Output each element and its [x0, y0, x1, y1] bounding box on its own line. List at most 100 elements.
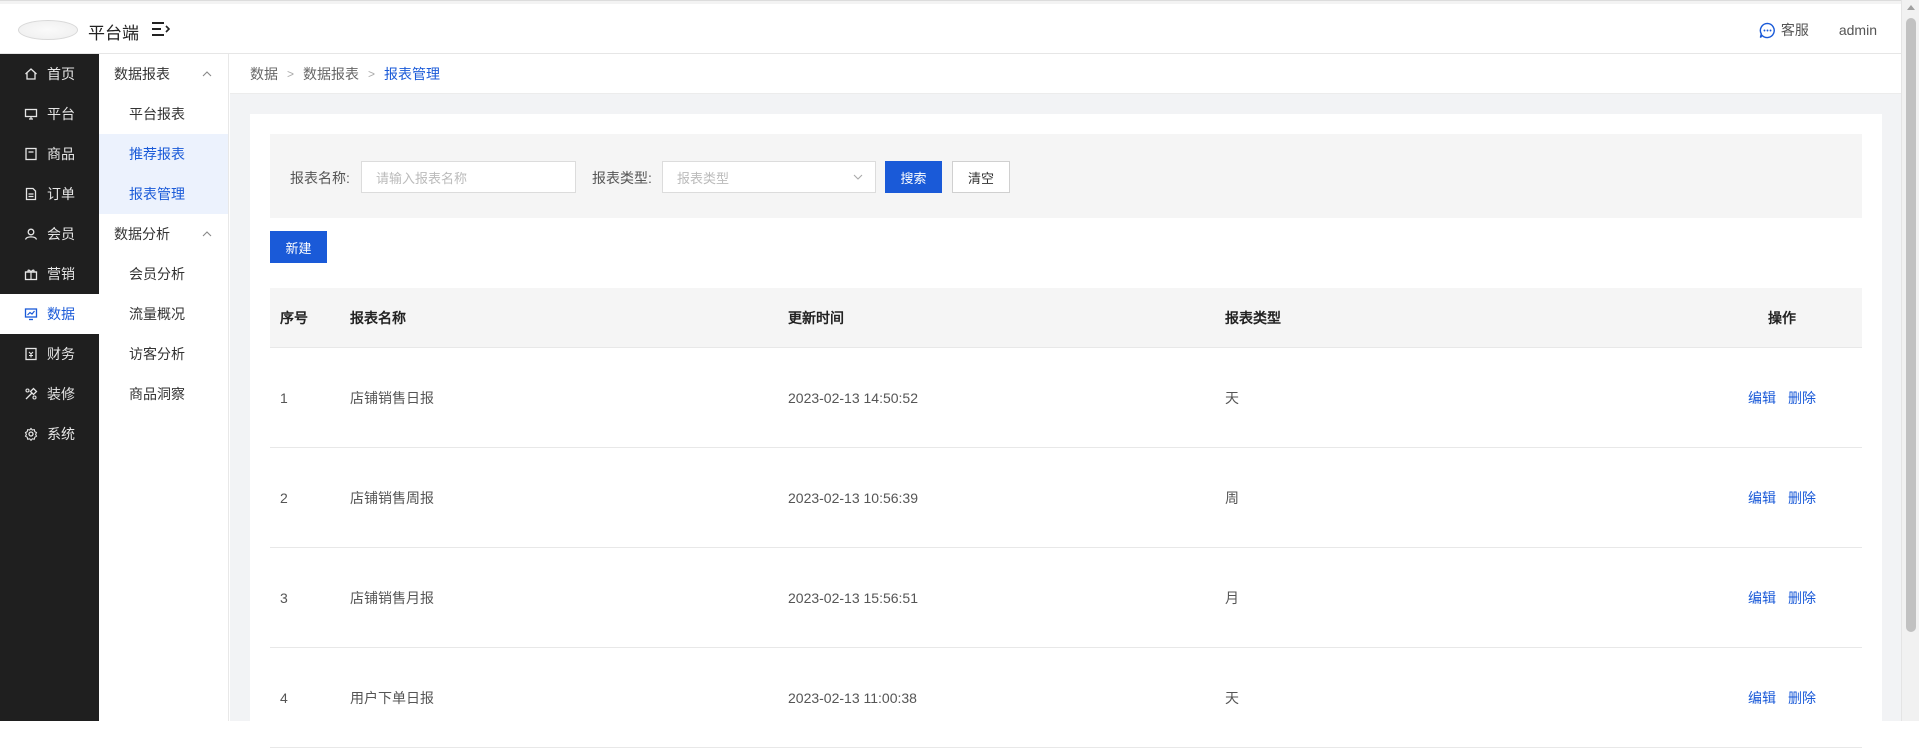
settings-icon [24, 427, 38, 441]
delete-link[interactable]: 删除 [1788, 488, 1816, 508]
subnav-item-report-manage[interactable]: 报表管理 [99, 174, 228, 214]
menu-toggle-icon[interactable] [152, 21, 170, 37]
main-sidebar: 首页 平台 商品 订单 会员 营销 数据 财务 装修 系统 [0, 54, 99, 721]
chevron-up-icon [202, 71, 212, 77]
table-row: 3 店铺销售月报 2023-02-13 15:56:51 月 编辑 删除 [270, 548, 1862, 648]
cell-report-type: 天 [1225, 389, 1239, 406]
cell-update-time: 2023-02-13 10:56:39 [788, 489, 918, 506]
breadcrumb-item-data-report[interactable]: 数据报表 [303, 64, 359, 84]
cell-update-time: 2023-02-13 11:00:38 [788, 689, 917, 706]
cell-update-time: 2023-02-13 15:56:51 [788, 589, 918, 606]
delete-link[interactable]: 删除 [1788, 588, 1816, 608]
home-icon [25, 68, 37, 80]
delete-link[interactable]: 删除 [1788, 388, 1816, 408]
sidebar-item-order[interactable]: 订单 [0, 174, 99, 214]
breadcrumb-item-data[interactable]: 数据 [250, 64, 278, 84]
top-header: 平台端 客服 admin [0, 4, 1901, 54]
sidebar-item-home[interactable]: 首页 [0, 54, 99, 94]
header-report-name: 报表名称 [350, 309, 406, 326]
scroll-thumb[interactable] [1906, 18, 1916, 632]
sidebar-item-label: 平台 [47, 106, 75, 122]
sidebar-item-label: 会员 [47, 226, 75, 242]
sidebar-item-finance[interactable]: 财务 [0, 334, 99, 374]
edit-link[interactable]: 编辑 [1748, 588, 1776, 608]
scroll-up-arrow-icon[interactable] [1907, 5, 1915, 10]
cell-report-name: 用户下单日报 [350, 689, 434, 706]
table-row: 2 店铺销售周报 2023-02-13 10:56:39 周 编辑 删除 [270, 448, 1862, 548]
sidebar-item-label: 商品 [47, 146, 75, 162]
subnav-group-label: 数据报表 [114, 66, 170, 82]
cell-report-type: 周 [1225, 489, 1239, 506]
clear-button[interactable]: 清空 [952, 161, 1010, 193]
sidebar-item-label: 财务 [47, 346, 75, 362]
subnav-item-goods-insight[interactable]: 商品洞察 [99, 374, 228, 414]
cell-update-time: 2023-02-13 14:50:52 [788, 389, 918, 406]
finance-icon [25, 347, 37, 361]
subnav-item-visitor-analysis[interactable]: 访客分析 [99, 334, 228, 374]
sidebar-item-label: 首页 [47, 66, 75, 82]
sidebar-item-label: 营销 [47, 266, 75, 282]
customer-service-label: 客服 [1780, 22, 1809, 38]
subnav-item-member-analysis[interactable]: 会员分析 [99, 254, 228, 294]
monitor-icon [24, 108, 38, 120]
user-name[interactable]: admin [1839, 22, 1877, 38]
report-type-select[interactable]: 报表类型 [662, 161, 876, 193]
cell-index: 1 [280, 389, 288, 406]
sidebar-item-system[interactable]: 系统 [0, 414, 99, 454]
cell-report-name: 店铺销售日报 [350, 389, 434, 406]
header-actions: 操作 [1768, 309, 1796, 326]
header-index: 序号 [280, 309, 308, 326]
subnav-group-data-report[interactable]: 数据报表 [99, 54, 228, 94]
sidebar-item-goods[interactable]: 商品 [0, 134, 99, 174]
sidebar-item-platform[interactable]: 平台 [0, 94, 99, 134]
header-update-time: 更新时间 [788, 309, 844, 326]
sidebar-item-decorate[interactable]: 装修 [0, 374, 99, 414]
chevron-down-icon [853, 174, 863, 180]
chevron-up-icon [202, 231, 212, 237]
subnav-item-traffic-overview[interactable]: 流量概况 [99, 294, 228, 334]
header-right: 客服 admin [1759, 20, 1877, 40]
header-report-type: 报表类型 [1225, 309, 1281, 326]
breadcrumb-chevron-icon: > [287, 66, 295, 81]
cell-report-name: 店铺销售月报 [350, 589, 434, 606]
sidebar-item-label: 订单 [47, 186, 75, 202]
filter-bar: 报表名称: 请输入报表名称 报表类型: 报表类型 搜索 清空 [270, 134, 1862, 218]
decorate-icon [25, 387, 38, 400]
order-icon [25, 187, 37, 201]
sidebar-item-label: 系统 [47, 426, 75, 442]
sidebar-item-member[interactable]: 会员 [0, 214, 99, 254]
subnav-item-platform-report[interactable]: 平台报表 [99, 94, 228, 134]
breadcrumb-item-current: 报表管理 [384, 65, 441, 82]
goods-icon [25, 147, 37, 161]
cell-report-name: 店铺销售周报 [350, 489, 434, 506]
member-icon [24, 228, 38, 240]
main-content: 数据 > 数据报表 > 报表管理 报表名称: 请输入报表名称 报表类型: 报表类… [230, 54, 1901, 748]
breadcrumb: 数据 > 数据报表 > 报表管理 [230, 54, 1901, 94]
delete-link[interactable]: 删除 [1788, 688, 1816, 708]
edit-link[interactable]: 编辑 [1748, 488, 1776, 508]
sub-navigation: 数据报表 平台报表 推荐报表 报表管理 数据分析 会员分析 流量概况 访客分析 … [99, 54, 229, 721]
sidebar-item-marketing[interactable]: 营销 [0, 254, 99, 294]
report-name-label: 报表名称: [290, 170, 350, 186]
edit-link[interactable]: 编辑 [1748, 388, 1776, 408]
sidebar-item-data[interactable]: 数据 [0, 294, 99, 334]
table-row: 4 用户下单日报 2023-02-13 11:00:38 天 编辑 删除 [270, 648, 1862, 748]
sidebar-item-label: 装修 [47, 386, 75, 402]
new-report-button[interactable]: 新建 [270, 231, 327, 263]
content-card: 报表名称: 请输入报表名称 报表类型: 报表类型 搜索 清空 新建 序号 报表名… [250, 114, 1882, 748]
report-type-label: 报表类型: [592, 170, 652, 186]
customer-service-button[interactable]: 客服 [1759, 20, 1809, 40]
report-name-input[interactable]: 请输入报表名称 [361, 161, 576, 193]
chart-icon [24, 308, 38, 321]
search-button[interactable]: 搜索 [885, 161, 942, 193]
subnav-group-data-analysis[interactable]: 数据分析 [99, 214, 228, 254]
logo [18, 20, 78, 40]
page-scrollbar[interactable] [1901, 0, 1919, 721]
cell-index: 3 [280, 589, 288, 606]
cell-index: 4 [280, 689, 288, 706]
edit-link[interactable]: 编辑 [1748, 688, 1776, 708]
breadcrumb-chevron-icon: > [368, 66, 376, 81]
subnav-item-recommend-report[interactable]: 推荐报表 [99, 134, 228, 174]
chat-icon [1759, 22, 1775, 38]
cell-report-type: 天 [1225, 689, 1239, 706]
